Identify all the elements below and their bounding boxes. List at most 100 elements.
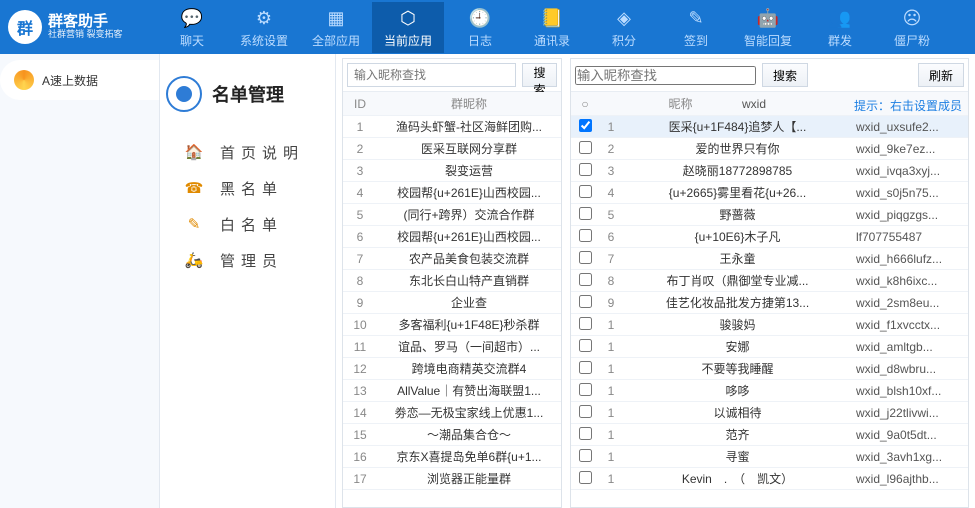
member-row[interactable]: 1哆哆wxid_blsh10xf...: [571, 380, 968, 402]
group-row[interactable]: 15～潮品集合仓～: [343, 424, 561, 446]
col-check[interactable]: ○: [571, 97, 599, 111]
member-search-input[interactable]: [575, 66, 756, 85]
nav-全部应用[interactable]: ▦全部应用: [300, 2, 372, 53]
member-checkbox[interactable]: [579, 119, 592, 132]
member-row[interactable]: 4{u+2665}雾里看花{u+26...wxid_s0j5n75...: [571, 182, 968, 204]
nav-日志[interactable]: 🕘日志: [444, 2, 516, 53]
logo: 群 群客助手 社群营销 裂变拓客: [8, 10, 156, 44]
nav-当前应用[interactable]: ⬡当前应用: [372, 2, 444, 53]
hint-text: 提示：右击设置成员: [854, 93, 968, 114]
nav-智能回复[interactable]: 🤖智能回复: [732, 2, 804, 53]
group-row[interactable]: 9企业查: [343, 292, 561, 314]
brand-subtitle: 社群营销 裂变拓客: [48, 30, 123, 40]
nav-icon: ◈: [588, 8, 660, 30]
group-search-button[interactable]: 搜索: [522, 63, 557, 87]
member-search-button[interactable]: 搜索: [762, 63, 808, 87]
nav-系统设置[interactable]: ⚙系统设置: [228, 2, 300, 53]
nav-僵尸粉[interactable]: ☹僵尸粉: [876, 2, 948, 53]
module-sidebar: 名单管理 🏠首页说明☎黑名单✎白名单🛵管理员: [160, 54, 336, 508]
member-checkbox[interactable]: [579, 295, 592, 308]
group-row[interactable]: 7农产品美食包装交流群: [343, 248, 561, 270]
member-row[interactable]: 3赵晓丽18772898785wxid_ivqa3xyj...: [571, 160, 968, 182]
nav-积分[interactable]: ◈积分: [588, 2, 660, 53]
member-row[interactable]: 1Kevin . （ 凯文）wxid_l96ajthb...: [571, 468, 968, 490]
member-checkbox[interactable]: [579, 427, 592, 440]
nav-群发[interactable]: 👥群发: [804, 2, 876, 53]
member-checkbox[interactable]: [579, 383, 592, 396]
module-nav-管理员[interactable]: 🛵管理员: [166, 242, 329, 278]
member-row[interactable]: 1骏骏妈wxid_f1xvcctx...: [571, 314, 968, 336]
group-row[interactable]: 14劵恋—无极宝家线上优惠1...: [343, 402, 561, 424]
member-checkbox[interactable]: [579, 273, 592, 286]
group-row[interactable]: 5(同行+跨界）交流合作群: [343, 204, 561, 226]
group-row[interactable]: 4校园帮{u+261E}山西校园...: [343, 182, 561, 204]
member-row[interactable]: 1不要等我睡醒wxid_d8wbru...: [571, 358, 968, 380]
groups-panel: 搜索 ID 群昵称 1渔码头虾蟹-社区海鲜团购...2医采互联网分享群3裂变运营…: [342, 58, 562, 508]
app-header: 群 群客助手 社群营销 裂变拓客 💬聊天⚙系统设置▦全部应用⬡当前应用🕘日志📒通…: [0, 0, 975, 54]
members-panel: 搜索 刷新 ○ 昵称 wxid 提示：右击设置成员 1医采{u+1F484}追梦…: [570, 58, 969, 508]
nav-icon: 📒: [516, 8, 588, 30]
member-row[interactable]: 9佳艺化妆品批发方捷第13...wxid_2sm8eu...: [571, 292, 968, 314]
nav-icon: ▦: [300, 8, 372, 30]
group-row[interactable]: 12跨境电商精英交流群4: [343, 358, 561, 380]
nav-icon: ⚙: [228, 8, 300, 30]
group-row[interactable]: 6校园帮{u+261E}山西校园...: [343, 226, 561, 248]
module-nav-首页说明[interactable]: 🏠首页说明: [166, 134, 329, 170]
member-checkbox[interactable]: [579, 207, 592, 220]
member-checkbox[interactable]: [579, 449, 592, 462]
nav-icon: 👥: [804, 8, 876, 30]
group-row[interactable]: 10多客福利{u+1F48E}秒杀群: [343, 314, 561, 336]
member-checkbox[interactable]: [579, 163, 592, 176]
member-row[interactable]: 1医采{u+1F484}追梦人【...wxid_uxsufe2...: [571, 116, 968, 138]
member-checkbox[interactable]: [579, 471, 592, 484]
refresh-button[interactable]: 刷新: [918, 63, 964, 87]
member-row[interactable]: 2爱的世界只有你wxid_9ke7ez...: [571, 138, 968, 160]
nav-icon: ✎: [660, 8, 732, 30]
member-row[interactable]: 8布丁肖叹（鼎御堂专业减...wxid_k8h6ixc...: [571, 270, 968, 292]
group-row[interactable]: 17浏览器正能量群: [343, 468, 561, 490]
group-row[interactable]: 16京东X喜提岛免单6群{u+1...: [343, 446, 561, 468]
group-row[interactable]: 11谊品、罗马（一间超市）...: [343, 336, 561, 358]
group-row[interactable]: 2医采互联网分享群: [343, 138, 561, 160]
group-row[interactable]: 8东北长白山特产直销群: [343, 270, 561, 292]
member-checkbox[interactable]: [579, 405, 592, 418]
group-search-input[interactable]: [347, 63, 516, 87]
menu-icon: 🏠: [188, 143, 206, 161]
member-checkbox[interactable]: [579, 229, 592, 242]
menu-icon: ✎: [188, 215, 206, 233]
col-id: ID: [343, 97, 377, 111]
menu-icon: ☎: [188, 179, 206, 197]
module-nav-白名单[interactable]: ✎白名单: [166, 206, 329, 242]
member-row[interactable]: 1以诚相待wxid_j22tlivwi...: [571, 402, 968, 424]
nav-通讯录[interactable]: 📒通讯录: [516, 2, 588, 53]
member-checkbox[interactable]: [579, 251, 592, 264]
col-wxid: wxid: [738, 97, 854, 111]
member-row[interactable]: 1安娜wxid_amltgb...: [571, 336, 968, 358]
member-checkbox[interactable]: [579, 361, 592, 374]
left-sidebar: A速上数据: [0, 54, 160, 508]
member-row[interactable]: 6{u+10E6}木子凡lf707755487: [571, 226, 968, 248]
member-row[interactable]: 5野蔷薇wxid_piqgzgs...: [571, 204, 968, 226]
group-row[interactable]: 1渔码头虾蟹-社区海鲜团购...: [343, 116, 561, 138]
nav-聊天[interactable]: 💬聊天: [156, 2, 228, 53]
logo-badge-icon: 群: [8, 10, 42, 44]
module-title: 名单管理: [212, 81, 284, 107]
member-row[interactable]: 7王永童wxid_h666lufz...: [571, 248, 968, 270]
top-nav: 💬聊天⚙系统设置▦全部应用⬡当前应用🕘日志📒通讯录◈积分✎签到🤖智能回复👥群发☹…: [156, 2, 967, 53]
module-nav-黑名单[interactable]: ☎黑名单: [166, 170, 329, 206]
member-checkbox[interactable]: [579, 317, 592, 330]
sidebar-item-data[interactable]: A速上数据: [0, 60, 159, 100]
member-row[interactable]: 1寻蜜wxid_3avh1xg...: [571, 446, 968, 468]
nav-icon: 💬: [156, 8, 228, 30]
group-row[interactable]: 3裂变运营: [343, 160, 561, 182]
nav-icon: ☹: [876, 8, 948, 30]
member-checkbox[interactable]: [579, 339, 592, 352]
data-icon: [14, 70, 34, 90]
group-row[interactable]: 13AllValue｜有赞出海联盟1...: [343, 380, 561, 402]
member-row[interactable]: 1范齐wxid_9a0t5dt...: [571, 424, 968, 446]
brand-title: 群客助手: [48, 14, 123, 31]
member-checkbox[interactable]: [579, 185, 592, 198]
nav-签到[interactable]: ✎签到: [660, 2, 732, 53]
member-checkbox[interactable]: [579, 141, 592, 154]
sidebar-item-label: A速上数据: [42, 72, 98, 89]
